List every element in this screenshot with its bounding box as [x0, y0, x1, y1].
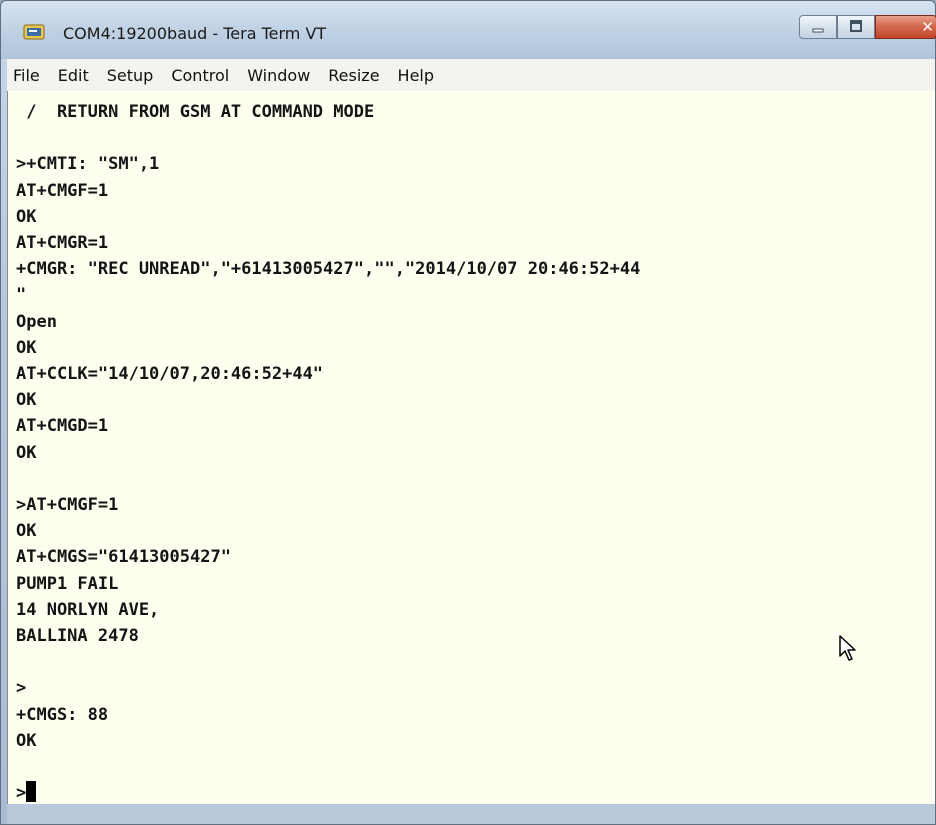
terminal-line: Open: [16, 311, 57, 332]
terminal-line: AT+CMGD=1: [16, 416, 109, 437]
window-title: COM4:19200baud - Tera Term VT: [63, 24, 327, 43]
terminal-line: +CMGR: "REC UNREAD","+61413005427","","2…: [16, 259, 641, 280]
maximize-icon: [850, 20, 862, 32]
terminal-line: BALLINA 2478: [16, 626, 139, 647]
terminal-output: / RETURN FROM GSM AT COMMAND MODE >+CMTI…: [16, 99, 640, 804]
terminal-line: OK: [16, 390, 37, 411]
tera-term-icon[interactable]: [23, 23, 45, 41]
terminal-line: >AT+CMGF=1: [16, 495, 119, 516]
window-bottom-border: [7, 804, 935, 824]
tera-term-window: COM4:19200baud - Tera Term VT ✕ File Edi…: [0, 0, 936, 825]
terminal-line: / RETURN FROM GSM AT COMMAND MODE: [16, 102, 375, 122]
menu-file[interactable]: File: [7, 66, 50, 85]
terminal-line: OK: [16, 730, 37, 751]
terminal-line: OK: [16, 206, 37, 227]
terminal-line: >: [16, 678, 27, 699]
terminal-line: AT+CCLK="14/10/07,20:46:52+44": [16, 364, 324, 385]
menu-control[interactable]: Control: [163, 66, 239, 85]
menu-edit[interactable]: Edit: [50, 66, 99, 85]
maximize-button[interactable]: [837, 15, 875, 39]
menu-window[interactable]: Window: [239, 66, 320, 85]
menu-bar: File Edit Setup Control Window Resize He…: [7, 59, 935, 92]
terminal-line: OK: [16, 521, 37, 542]
terminal-line: OK: [16, 337, 37, 358]
text-cursor: [26, 781, 37, 803]
terminal-line: +CMGS: 88: [16, 704, 109, 725]
terminal-line: AT+CMGS="61413005427": [16, 547, 231, 568]
terminal-screen[interactable]: / RETURN FROM GSM AT COMMAND MODE >+CMTI…: [7, 91, 935, 804]
terminal-line: >+CMTI: "SM",1: [16, 154, 160, 175]
minimize-button[interactable]: [799, 15, 837, 39]
close-button[interactable]: ✕: [875, 15, 936, 39]
terminal-line: AT+CMGR=1: [16, 233, 109, 254]
menu-setup[interactable]: Setup: [99, 66, 164, 85]
title-bar[interactable]: COM4:19200baud - Tera Term VT ✕: [1, 1, 936, 59]
close-icon: ✕: [921, 18, 934, 36]
terminal-line: OK: [16, 442, 37, 463]
menu-help[interactable]: Help: [390, 66, 444, 85]
terminal-line: AT+CMGF=1: [16, 180, 109, 201]
terminal-line: ": [16, 285, 27, 306]
terminal-line: PUMP1 FAIL: [16, 573, 119, 594]
minimize-icon: [812, 28, 824, 33]
mouse-pointer-icon: [838, 634, 862, 668]
terminal-line: >: [16, 783, 27, 804]
menu-resize[interactable]: Resize: [320, 66, 389, 85]
terminal-line: 14 NORLYN AVE,: [16, 599, 160, 620]
